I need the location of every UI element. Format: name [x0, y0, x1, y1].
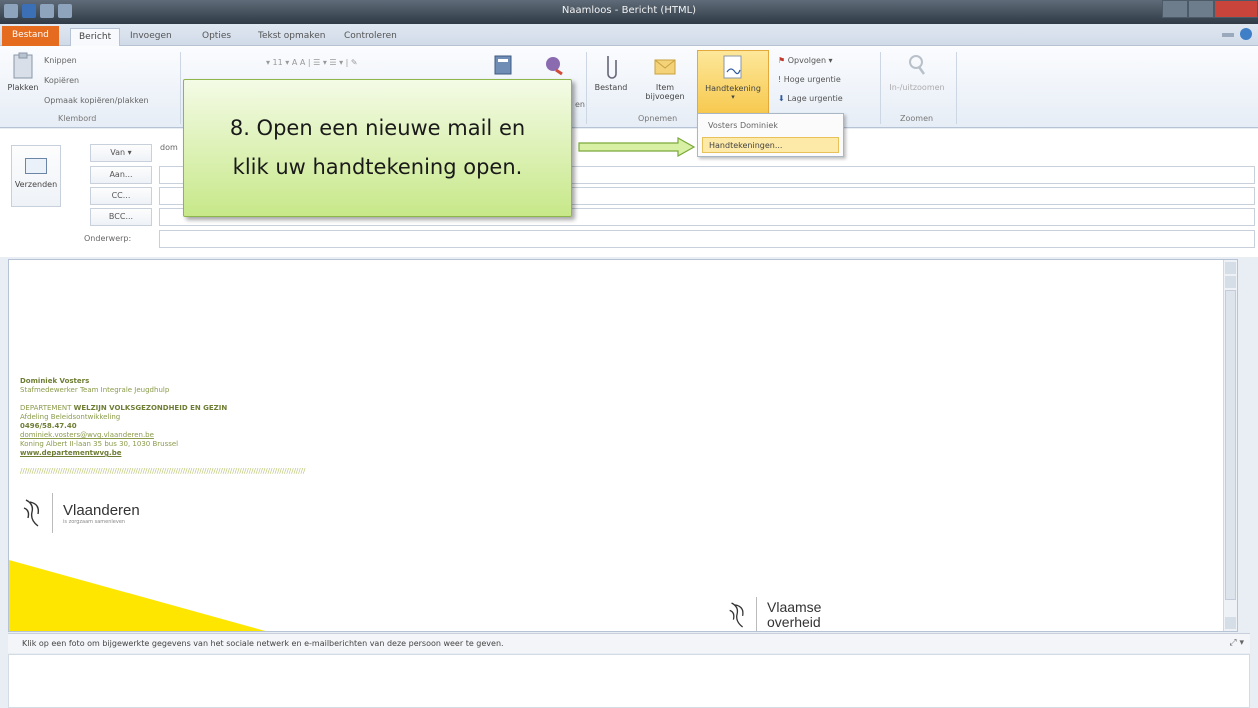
cc-button[interactable]: CC... — [90, 187, 152, 205]
tab-message[interactable]: Bericht — [70, 28, 121, 46]
people-pane-text: Klik op een foto om bijgewerkte gegevens… — [22, 639, 504, 648]
scroll-down-arrow[interactable] — [1225, 617, 1236, 629]
signature-role: Stafmedewerker Team Integrale Jeugdhulp — [20, 386, 170, 394]
magnifier-icon — [909, 55, 926, 75]
window-controls — [1162, 0, 1258, 18]
signature-divider: ////////////////////////////////////////… — [20, 467, 306, 475]
vlaamse-overheid-logo: Vlaamse overheid — [726, 597, 822, 631]
ribbon-tabs: Bestand Bericht Invoegen Opties Tekst op… — [0, 24, 1258, 46]
maximize-button[interactable] — [1188, 0, 1214, 18]
ribbon-separator — [956, 52, 957, 124]
tab-format-text[interactable]: Tekst opmaken — [250, 28, 333, 46]
attach-file-button[interactable]: Bestand — [594, 52, 628, 92]
yellow-banner-shape — [9, 560, 266, 631]
title-bar: Naamloos - Bericht (HTML) — [0, 0, 1258, 24]
bcc-button[interactable]: BCC... — [90, 208, 152, 226]
signature-division: Afdeling Beleidsontwikkeling — [20, 413, 121, 421]
ruler-icon[interactable] — [1225, 262, 1236, 274]
vlaamse-wordmark: Vlaamse — [767, 599, 822, 615]
people-pane-content — [8, 654, 1250, 708]
signature-phone: 0496/58.47.40 — [20, 422, 77, 430]
menu-item-signatures[interactable]: Handtekeningen... — [702, 137, 839, 153]
signature-address: Koning Albert II-laan 35 bus 30, 1030 Br… — [20, 440, 179, 448]
low-importance-button[interactable]: ⬇ Lage urgentie — [778, 94, 843, 103]
ribbon-separator — [180, 52, 181, 124]
paperclip-icon — [607, 56, 617, 79]
vertical-scrollbar[interactable] — [1223, 260, 1237, 631]
callout-line-1: 8. Open een nieuwe mail en — [229, 116, 526, 140]
lion-icon — [23, 499, 40, 527]
signature-dropdown-menu: Vosters Dominiek Handtekeningen... — [697, 113, 844, 157]
signature-name: Dominiek Vosters — [20, 377, 90, 385]
instruction-callout: 8. Open een nieuwe mail en klik uw handt… — [183, 79, 572, 217]
zoom-group-label: Zoomen — [900, 114, 934, 123]
vlaanderen-tagline: is zorgzaam samenleven — [63, 518, 126, 525]
minimize-button[interactable] — [1162, 0, 1188, 18]
callout-line-2: klik uw handtekening open. — [232, 155, 523, 179]
window-title: Naamloos - Bericht (HTML) — [561, 5, 697, 16]
people-pane: Klik op een foto om bijgewerkte gegevens… — [8, 633, 1250, 653]
help-icon[interactable] — [1240, 28, 1252, 40]
signature-website-link[interactable]: www.departementwvg.be — [20, 449, 305, 458]
cut-button[interactable]: Knippen — [44, 56, 77, 65]
menu-item-signature-vosters[interactable]: Vosters Dominiek — [702, 118, 839, 134]
signature-email-link[interactable]: dominiek.vosters@wvg.vlaanderen.be — [20, 431, 305, 440]
scroll-thumb[interactable] — [1225, 290, 1236, 600]
clipboard-icon — [13, 52, 33, 79]
vlaanderen-wordmark: Vlaanderen — [63, 501, 140, 519]
expand-people-pane-icon[interactable]: ⤢ ▾ — [1229, 638, 1244, 648]
overheid-wordmark: overheid — [767, 614, 821, 630]
lion-icon — [729, 602, 744, 628]
clipboard-group-label: Klembord — [58, 114, 97, 123]
signature-department: DEPARTEMENT WELZIJN VOLKSGEZONDHEID EN G… — [20, 404, 228, 412]
signature-icon — [723, 55, 742, 79]
send-icon — [25, 158, 47, 174]
signature-button[interactable]: Handtekening ▾ — [697, 50, 769, 114]
subject-field[interactable] — [159, 230, 1255, 248]
attach-item-button[interactable]: Item bijvoegen — [640, 52, 690, 101]
font-size-controls[interactable]: ▾ 11 ▾ A A | ☰ ▾ ☰ ▾ | ✎ — [266, 58, 358, 67]
pointer-arrow-icon — [578, 137, 696, 157]
from-button[interactable]: Van ▾ — [90, 144, 152, 162]
minimize-ribbon-icon[interactable] — [1222, 33, 1234, 37]
followup-button[interactable]: ⚑ Opvolgen ▾ — [778, 56, 833, 65]
tab-options[interactable]: Opties — [194, 28, 239, 46]
names-label-partial: en — [575, 100, 585, 109]
to-button[interactable]: Aan... — [90, 166, 152, 184]
close-button[interactable] — [1214, 0, 1258, 18]
tab-file[interactable]: Bestand — [2, 26, 59, 46]
down-arrow-icon: ⬇ — [778, 94, 785, 103]
envelope-icon — [654, 59, 676, 75]
send-button[interactable]: Verzenden — [11, 145, 61, 207]
tab-review[interactable]: Controleren — [336, 28, 405, 46]
address-book-icon — [494, 55, 512, 75]
email-signature: Dominiek Vosters Stafmedewerker Team Int… — [20, 377, 305, 476]
message-body[interactable]: Dominiek Vosters Stafmedewerker Team Int… — [8, 259, 1238, 632]
exclamation-icon: ! — [778, 75, 782, 84]
ribbon-separator — [880, 52, 881, 124]
tab-insert[interactable]: Invoegen — [122, 28, 180, 46]
ribbon-separator — [586, 52, 587, 124]
check-names-icon — [546, 57, 563, 76]
include-group-label: Opnemen — [638, 114, 678, 123]
from-value: dom — [160, 143, 178, 152]
flag-icon: ⚑ — [778, 56, 786, 65]
copy-button[interactable]: Kopiëren — [44, 76, 79, 85]
format-painter-button[interactable]: Opmaak kopiëren/plakken — [44, 96, 149, 105]
zoom-button[interactable]: In-/uitzoomen — [886, 52, 948, 92]
vlaanderen-logo: Vlaanderen is zorgzaam samenleven — [20, 493, 140, 533]
paste-button[interactable]: Plakken — [6, 52, 40, 92]
scroll-up-arrow[interactable] — [1225, 276, 1236, 288]
subject-label: Onderwerp: — [84, 234, 132, 243]
high-importance-button[interactable]: ! Hoge urgentie — [778, 75, 841, 84]
